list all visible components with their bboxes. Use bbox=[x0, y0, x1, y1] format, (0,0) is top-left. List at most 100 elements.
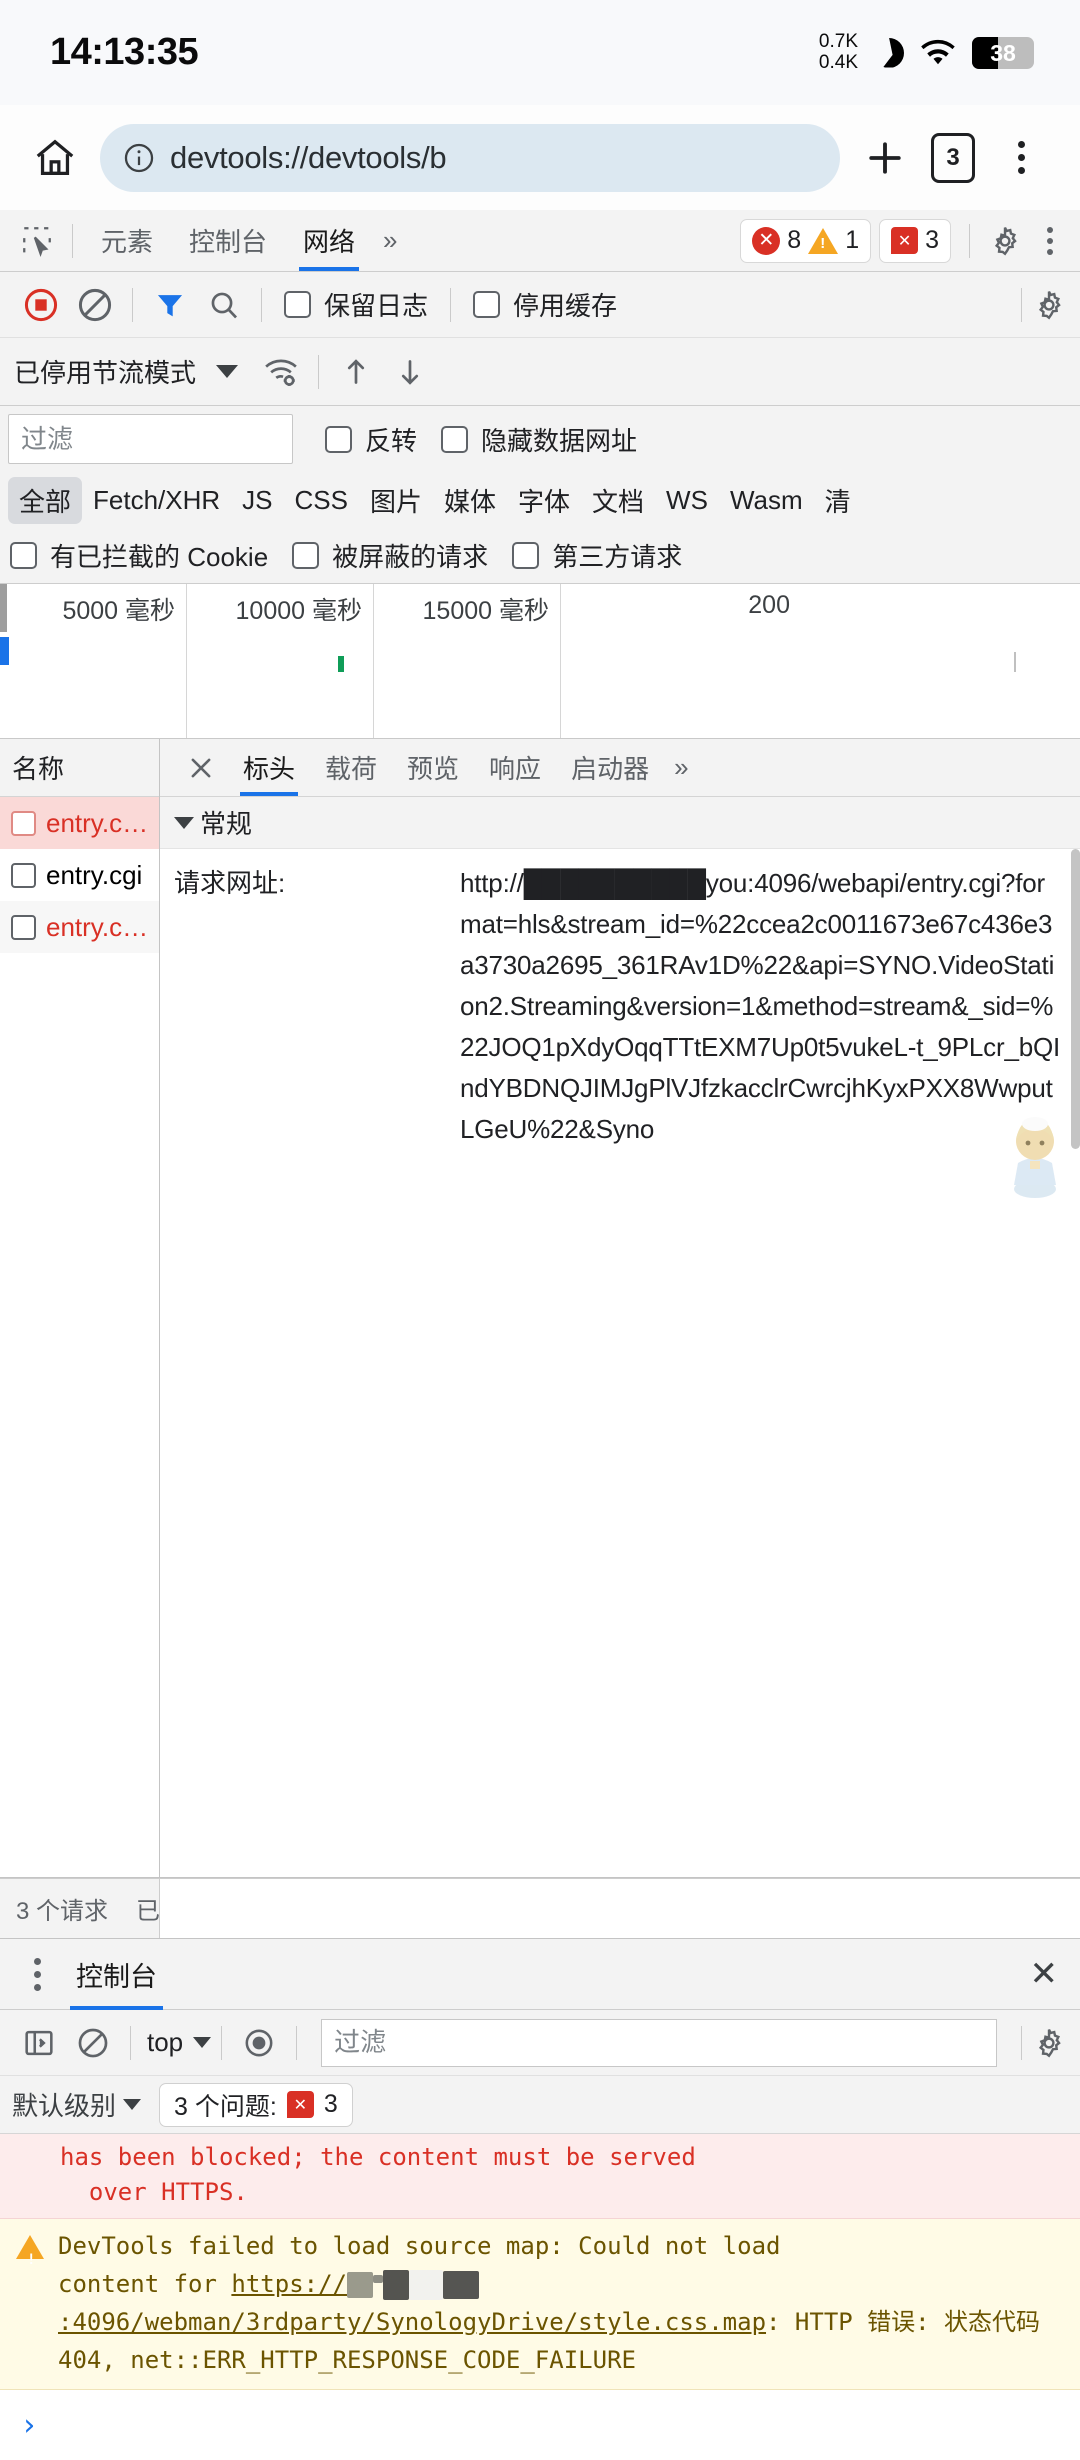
search-icon[interactable] bbox=[197, 278, 251, 332]
table-row[interactable]: entry.cgi… bbox=[0, 797, 159, 849]
type-filter-media[interactable]: 媒体 bbox=[433, 477, 507, 524]
devtools-kebab-menu-icon[interactable] bbox=[1030, 221, 1070, 261]
type-filter-img[interactable]: 图片 bbox=[359, 477, 433, 524]
home-icon[interactable] bbox=[24, 127, 86, 189]
preserve-log-label: 保留日志 bbox=[324, 291, 429, 321]
details-tab-payload[interactable]: 载荷 bbox=[310, 739, 392, 796]
invert-label: 反转 bbox=[365, 425, 418, 456]
console-level-selector[interactable]: 默认级别 bbox=[12, 2086, 142, 2123]
warning-link-path[interactable]: :4096/webman/3rdparty/SynologyDrive/styl… bbox=[58, 2308, 766, 2336]
checkbox-box[interactable] bbox=[10, 542, 37, 569]
checkbox-box[interactable] bbox=[441, 425, 469, 453]
blocked-requests-checkbox[interactable]: 被屏蔽的请求 bbox=[280, 537, 500, 574]
network-settings-gear-icon[interactable] bbox=[1032, 288, 1066, 322]
preserve-log-checkbox[interactable]: 保留日志 bbox=[272, 286, 440, 323]
type-filter-ws[interactable]: WS bbox=[655, 480, 719, 521]
request-list-column-header[interactable]: 名称 bbox=[0, 739, 159, 797]
console-input-prompt[interactable]: › bbox=[0, 2390, 1080, 2460]
devtools-tabbar: 元素 控制台 网络 » ✕ 8 1 ✕ 3 bbox=[0, 210, 1080, 272]
details-tab-preview[interactable]: 预览 bbox=[392, 739, 474, 796]
devtools-tab-network[interactable]: 网络 bbox=[285, 211, 373, 271]
table-row[interactable]: entry.cgi bbox=[0, 849, 159, 901]
funnel-filter-icon[interactable] bbox=[143, 278, 197, 332]
devtools-tab-console[interactable]: 控制台 bbox=[171, 211, 285, 271]
type-filter-other[interactable]: 清 bbox=[814, 477, 862, 524]
url-text: devtools://devtools/b bbox=[170, 139, 447, 175]
disclosure-triangle-icon[interactable] bbox=[174, 816, 194, 829]
url-bar[interactable]: devtools://devtools/b bbox=[100, 123, 840, 192]
tab-count-button[interactable]: 3 bbox=[922, 127, 984, 189]
request-list-body[interactable]: entry.cgi… entry.cgi entry.cgi… bbox=[0, 797, 159, 1877]
error-warning-badge[interactable]: ✕ 8 1 bbox=[740, 218, 872, 263]
caret-down-icon[interactable] bbox=[123, 2099, 142, 2110]
inspect-element-icon[interactable] bbox=[12, 218, 62, 264]
record-stop-icon[interactable] bbox=[14, 278, 68, 332]
plus-icon[interactable] bbox=[854, 127, 916, 189]
type-filter-css[interactable]: CSS bbox=[284, 480, 359, 521]
drawer-tab-console[interactable]: 控制台 bbox=[60, 1939, 173, 2010]
checkbox-box[interactable] bbox=[325, 425, 352, 453]
console-context-selector[interactable]: top bbox=[141, 2027, 187, 2058]
disable-cache-checkbox[interactable]: 停用缓存 bbox=[461, 286, 629, 323]
close-x-icon[interactable] bbox=[174, 753, 228, 783]
gear-icon[interactable] bbox=[1032, 2026, 1066, 2060]
kebab-menu-icon[interactable] bbox=[990, 127, 1052, 189]
checkbox-box[interactable] bbox=[292, 542, 320, 569]
drawer-kebab-menu-icon[interactable] bbox=[14, 1957, 60, 1991]
type-filter-fetch[interactable]: Fetch/XHR bbox=[82, 480, 231, 521]
gear-icon[interactable] bbox=[988, 224, 1022, 258]
resource-type-filters: 全部 Fetch/XHR JS CSS 图片 媒体 字体 文档 WS Wasm … bbox=[0, 472, 1080, 528]
console-error-message[interactable]: has been blocked; the content must be se… bbox=[0, 2134, 1080, 2219]
timeline-tick-label-1: 5000 毫秒 bbox=[62, 597, 175, 625]
checkbox-box[interactable] bbox=[512, 542, 540, 569]
network-overview-timeline[interactable]: 5000 毫秒 10000 毫秒 15000 毫秒 200 bbox=[0, 584, 1080, 739]
blocked-cookies-checkbox[interactable]: 有已拦截的 Cookie bbox=[10, 537, 280, 574]
type-filter-font[interactable]: 字体 bbox=[507, 477, 581, 524]
type-filter-wasm[interactable]: Wasm bbox=[719, 480, 814, 521]
request-row-checkbox[interactable] bbox=[11, 914, 36, 940]
third-party-checkbox[interactable]: 第三方请求 bbox=[500, 537, 694, 574]
request-row-checkbox[interactable] bbox=[11, 810, 36, 836]
hide-data-urls-label: 隐藏数据网址 bbox=[481, 425, 638, 456]
more-tabs-chevron-icon[interactable]: » bbox=[373, 225, 407, 256]
details-tab-initiator[interactable]: 启动器 bbox=[556, 739, 664, 796]
console-issues-button[interactable]: 3 个问题: ✕ 3 bbox=[159, 2082, 353, 2127]
warning-line-2-pre: content for bbox=[58, 2270, 232, 2298]
throttling-select-label[interactable]: 已停用节流模式 bbox=[14, 353, 196, 390]
hide-data-urls-checkbox[interactable]: 隐藏数据网址 bbox=[429, 421, 649, 458]
close-icon[interactable]: ✕ bbox=[1030, 1957, 1059, 1991]
type-filter-doc[interactable]: 文档 bbox=[581, 477, 655, 524]
console-messages[interactable]: has been blocked; the content must be se… bbox=[0, 2134, 1080, 2460]
wifi-settings-icon[interactable] bbox=[254, 345, 308, 399]
details-scrollbar[interactable] bbox=[1071, 849, 1080, 1149]
console-filter-input[interactable] bbox=[321, 2018, 997, 2067]
caret-down-icon[interactable] bbox=[216, 365, 239, 378]
type-filter-js[interactable]: JS bbox=[231, 480, 283, 521]
live-expression-eye-icon[interactable] bbox=[232, 2016, 286, 2070]
checkbox-box[interactable] bbox=[473, 291, 501, 318]
table-row[interactable]: entry.cgi… bbox=[0, 901, 159, 953]
clear-prohibited-icon[interactable] bbox=[68, 278, 122, 332]
details-tab-headers[interactable]: 标头 bbox=[228, 739, 310, 796]
type-filter-all[interactable]: 全部 bbox=[8, 476, 83, 524]
caret-down-icon[interactable] bbox=[193, 2037, 212, 2048]
info-icon[interactable] bbox=[122, 141, 156, 175]
status-clock: 14:13:35 bbox=[50, 31, 199, 73]
details-tab-response[interactable]: 响应 bbox=[474, 739, 556, 796]
invert-checkbox[interactable]: 反转 bbox=[293, 421, 429, 458]
general-section-header[interactable]: 常规 bbox=[160, 797, 1080, 849]
issues-badge[interactable]: ✕ 3 bbox=[879, 218, 951, 263]
clear-console-icon[interactable] bbox=[66, 2016, 120, 2070]
console-warning-message[interactable]: DevTools failed to load source map: Coul… bbox=[0, 2219, 1080, 2390]
show-console-sidebar-icon[interactable] bbox=[12, 2016, 66, 2070]
import-har-icon[interactable] bbox=[329, 345, 383, 399]
timeline-tick-label-3: 15000 毫秒 bbox=[422, 597, 549, 625]
export-har-icon[interactable] bbox=[383, 345, 437, 399]
details-more-tabs-chevron-icon[interactable]: » bbox=[664, 752, 698, 783]
devtools-tab-elements[interactable]: 元素 bbox=[83, 211, 171, 271]
network-filter-input[interactable] bbox=[8, 414, 293, 464]
checkbox-box[interactable] bbox=[284, 291, 311, 318]
request-row-checkbox[interactable] bbox=[11, 862, 36, 888]
request-list-panel: 名称 entry.cgi… entry.cgi entry.cgi… bbox=[0, 739, 160, 1877]
warning-link-scheme[interactable]: https:// bbox=[231, 2270, 347, 2298]
